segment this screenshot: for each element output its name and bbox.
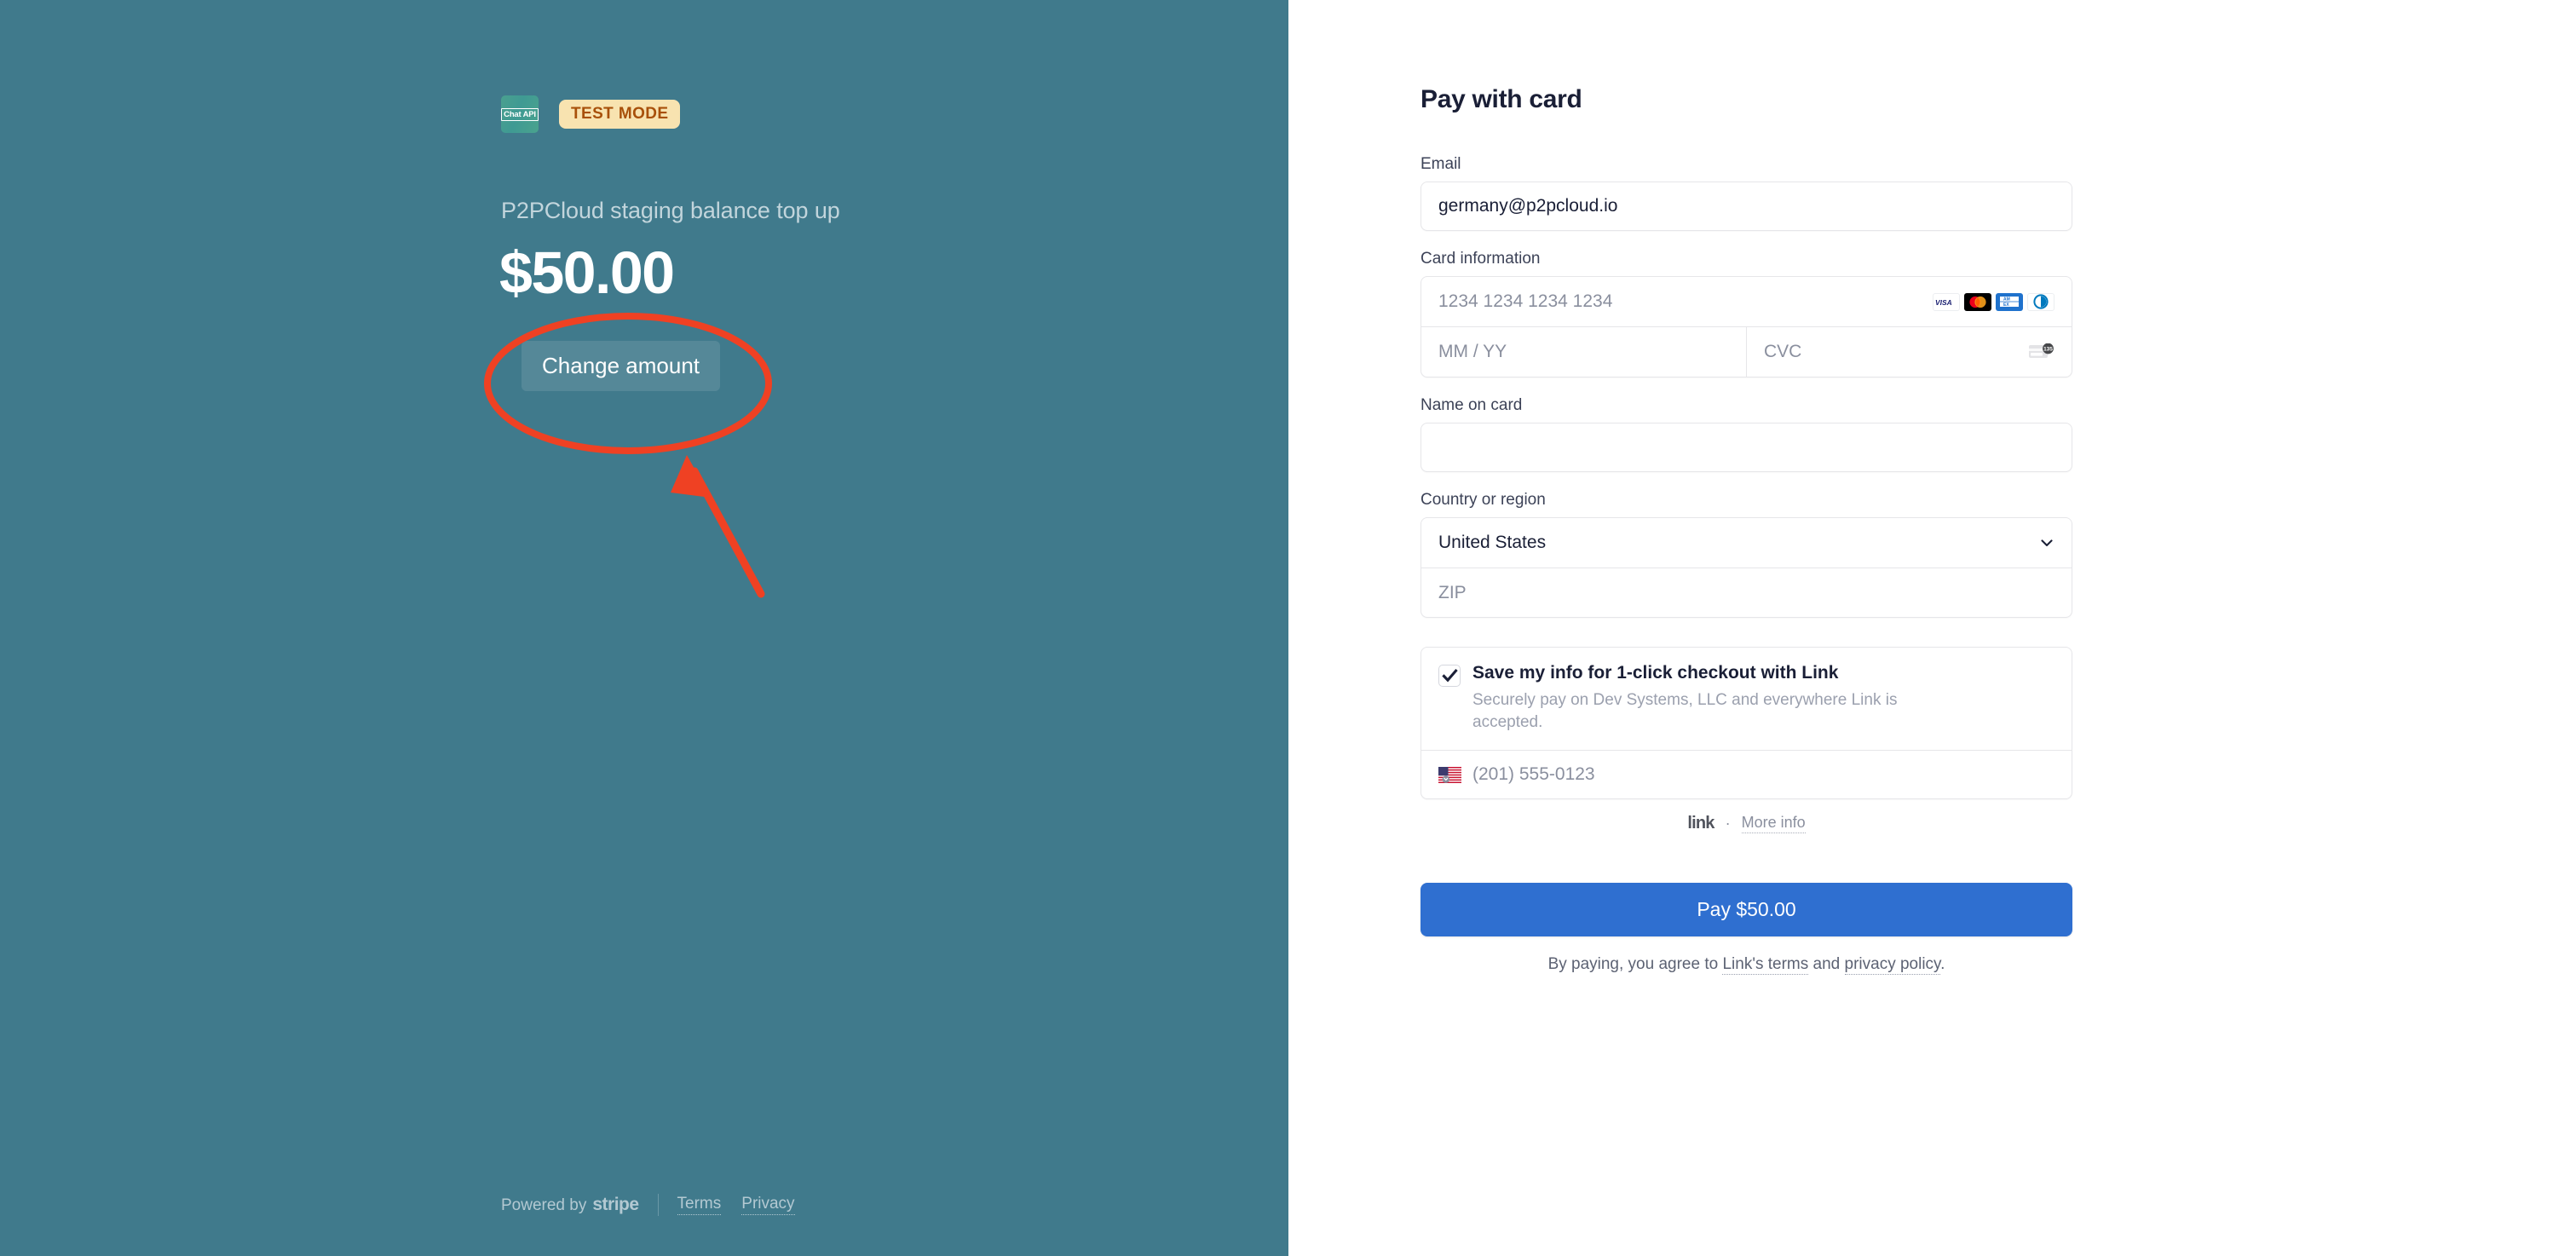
terms-suffix: . xyxy=(1940,955,1945,973)
terms-agreement-note: By paying, you agree to Link's terms and… xyxy=(1421,955,2072,974)
svg-text:VISA: VISA xyxy=(1935,297,1952,306)
svg-text:EX: EX xyxy=(2003,302,2009,308)
links-terms-link[interactable]: Link's terms xyxy=(1722,955,1808,975)
country-select[interactable]: United States xyxy=(1421,518,2072,568)
change-amount-button[interactable]: Change amount xyxy=(522,341,720,391)
visa-icon: VISA xyxy=(1933,293,1960,311)
privacy-policy-link[interactable]: privacy policy xyxy=(1845,955,1941,975)
terms-link[interactable]: Terms xyxy=(677,1195,722,1215)
phone-input[interactable]: (201) 555-0123 xyxy=(1472,764,1595,785)
email-label: Email xyxy=(1421,155,2072,174)
card-number-row[interactable]: 1234 1234 1234 1234 VISA xyxy=(1421,277,2072,326)
country-field-group: Country or region United States ZIP xyxy=(1421,491,2072,618)
powered-by-label: Powered by xyxy=(501,1196,586,1215)
more-info-link[interactable]: More info xyxy=(1742,814,1806,833)
powered-by-stripe: Powered by stripe xyxy=(501,1195,639,1215)
terms-prefix: By paying, you agree to xyxy=(1548,955,1723,973)
card-cvc-input[interactable]: CVC xyxy=(1764,342,2029,362)
country-label: Country or region xyxy=(1421,491,2072,510)
save-info-checkbox[interactable] xyxy=(1438,665,1461,687)
page-title: Pay with card xyxy=(1421,85,2072,114)
card-expiry-input[interactable]: MM / YY xyxy=(1438,342,1507,362)
email-field-group: Email germany@p2pcloud.io xyxy=(1421,155,2072,231)
amex-icon: AM EX xyxy=(1996,293,2023,311)
chevron-down-icon xyxy=(2039,535,2054,550)
footer-links: Terms Privacy xyxy=(677,1195,795,1215)
link-save-info-box: Save my info for 1-click checkout with L… xyxy=(1421,647,2072,799)
footer-divider xyxy=(658,1194,659,1216)
card-field-group: Card information 1234 1234 1234 1234 VIS… xyxy=(1421,250,2072,377)
test-mode-badge: TEST MODE xyxy=(559,100,680,129)
country-zip-box: United States ZIP xyxy=(1421,517,2072,618)
card-number-input[interactable]: 1234 1234 1234 1234 xyxy=(1438,291,1933,312)
card-cvc-cell[interactable]: CVC 135 xyxy=(1746,327,2072,377)
name-field-group: Name on card xyxy=(1421,396,2072,472)
zip-input[interactable]: ZIP xyxy=(1438,583,1467,603)
order-amount: $50.00 xyxy=(499,234,674,312)
cvc-hint-icon: 135 xyxy=(2029,343,2054,361)
pay-button[interactable]: Pay $50.00 xyxy=(1421,883,2072,936)
stripe-footer: Powered by stripe Terms Privacy xyxy=(501,1194,795,1216)
card-expiry-cvc-row: MM / YY CVC 135 xyxy=(1421,326,2072,377)
link-meta-separator: · xyxy=(1726,815,1731,833)
mastercard-icon xyxy=(1964,293,1991,311)
save-info-subtitle: Securely pay on Dev Systems, LLC and eve… xyxy=(1472,689,1937,733)
merchant-logo: Chat API xyxy=(501,95,539,133)
email-input[interactable]: germany@p2pcloud.io xyxy=(1421,181,2072,231)
svg-text:AM: AM xyxy=(2003,297,2010,302)
payment-form-panel: Pay with card Email germany@p2pcloud.io … xyxy=(1288,0,2576,1256)
link-logo: link xyxy=(1687,814,1714,833)
brand-row: Chat API TEST MODE xyxy=(501,95,680,133)
save-info-title: Save my info for 1-click checkout with L… xyxy=(1472,663,1937,683)
order-summary-panel: Chat API TEST MODE P2PCloud staging bala… xyxy=(0,0,1288,1256)
name-on-card-label: Name on card xyxy=(1421,396,2072,415)
country-selected-value: United States xyxy=(1438,533,1546,553)
diners-club-icon xyxy=(2027,293,2054,311)
terms-middle: and xyxy=(1808,955,1844,973)
card-expiry-cell[interactable]: MM / YY xyxy=(1421,327,1746,377)
merchant-logo-label: Chat API xyxy=(501,108,539,121)
link-meta-row: link · More info xyxy=(1421,814,2072,833)
card-information-label: Card information xyxy=(1421,250,2072,268)
card-brand-icons: VISA xyxy=(1933,293,2054,311)
card-information-box: 1234 1234 1234 1234 VISA xyxy=(1421,276,2072,377)
name-on-card-input[interactable] xyxy=(1421,423,2072,472)
svg-text:135: 135 xyxy=(2043,346,2053,352)
link-save-info-top: Save my info for 1-click checkout with L… xyxy=(1421,648,2072,750)
us-flag-icon[interactable] xyxy=(1438,767,1461,783)
stripe-wordmark: stripe xyxy=(592,1195,638,1215)
privacy-link[interactable]: Privacy xyxy=(741,1195,794,1215)
merchant-description: P2PCloud staging balance top up xyxy=(501,198,840,224)
phone-row[interactable]: (201) 555-0123 xyxy=(1421,750,2072,798)
zip-row[interactable]: ZIP xyxy=(1421,568,2072,617)
